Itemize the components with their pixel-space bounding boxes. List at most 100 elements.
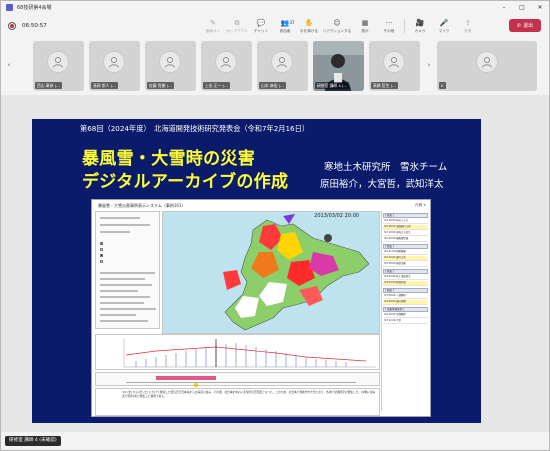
layer-checkbox bbox=[100, 254, 103, 257]
raise-hand-icon: ✋ bbox=[304, 18, 314, 27]
share-button[interactable]: ⇪ 共有 bbox=[456, 13, 480, 39]
chat-label: チャット bbox=[253, 28, 269, 33]
event-list-item[interactable]: 3/3 12:00 平常 bbox=[383, 319, 428, 324]
system-layer-panel bbox=[95, 211, 160, 329]
view-button[interactable]: ▦ 表示 bbox=[353, 13, 377, 39]
layer-row bbox=[100, 290, 138, 292]
chevron-left-icon[interactable]: ‹ bbox=[5, 59, 13, 71]
timeseries-graphic bbox=[123, 339, 376, 368]
chevron-right-icon[interactable]: › bbox=[425, 59, 433, 71]
camera-button[interactable]: 🎥 カメラ bbox=[408, 13, 432, 39]
participant-name: 西山 章彦 (... bbox=[35, 82, 62, 89]
pen-button[interactable]: ✎ 動画オン bbox=[201, 13, 225, 39]
more-label: その他 bbox=[383, 28, 395, 33]
person-avatar-icon bbox=[47, 51, 69, 73]
event-list-item[interactable]: 3/3 04:00 除雪作業 bbox=[383, 281, 428, 286]
event-description: 3/1 (金) から2日 (土) にかけて発達した低気圧が日本海から北海道に進み… bbox=[95, 388, 380, 416]
layer-row bbox=[100, 217, 140, 219]
participant-name: 研修室 講師 4 (... bbox=[315, 82, 350, 89]
pen-label: 動画オン bbox=[205, 28, 221, 33]
presenter-label: 研修室 講師 4 (未確認) bbox=[5, 436, 61, 446]
mic-icon: 🎤 bbox=[439, 18, 449, 27]
layer-checkbox bbox=[100, 260, 103, 263]
event-list-item[interactable]: 3/3 02:00 死亡事故発生 bbox=[383, 275, 428, 280]
participant-name: 上出 正一 (... bbox=[203, 82, 230, 89]
meeting-window: 68技研第4会場 – □ ✕ 06:50:57 ✎ 動画オン ⧉ ポップアウト 💬 チャッ… bbox=[0, 0, 550, 451]
maximize-icon[interactable]: □ bbox=[513, 1, 531, 13]
participant-tile[interactable]: 上出 正一 (... bbox=[201, 41, 252, 91]
camera-icon: 🎥 bbox=[415, 18, 425, 27]
system-title: 暴風雪・大雪災害事例表示システム（事例161） bbox=[98, 203, 186, 208]
minimize-icon[interactable]: – bbox=[495, 1, 513, 13]
participant-tile[interactable]: 山本 恭宏 (... bbox=[257, 41, 308, 91]
people-button[interactable]: 👥 37 参加者 bbox=[273, 13, 297, 39]
leave-button[interactable]: ✆ 退出 bbox=[509, 19, 541, 32]
popout-icon: ⧉ bbox=[234, 18, 240, 27]
participant-tile[interactable]: 西山 章彦 (... bbox=[33, 41, 84, 91]
bottom-bar: 研修室 講師 4 (未確認) bbox=[1, 432, 549, 450]
layer-row bbox=[100, 231, 130, 233]
people-icon: 👥 bbox=[280, 18, 290, 27]
participant-strip: ‹ › 西山 章彦 (... 長岡 崇人 (... 佐藤 貴樹 (... 上出 正一 … bbox=[1, 39, 549, 95]
close-icon[interactable]: ✕ bbox=[531, 1, 549, 13]
title-bar: 68技研第4会場 – □ ✕ bbox=[1, 1, 549, 13]
popout-label: ポップアウト bbox=[226, 28, 248, 33]
layer-checkbox bbox=[100, 242, 103, 245]
meeting-controls: ✎ 動画オン ⧉ ポップアウト 💬 チャット 👥 37 参加者 ✋ 手を挙げる ☺ リアクションする ▦ 表… bbox=[201, 13, 480, 39]
event-list-item[interactable]: 3/3 10:00 全線解除 bbox=[383, 313, 428, 318]
event-list-item[interactable]: 3/3 06:00 一部解除 bbox=[383, 294, 428, 299]
mic-button[interactable]: 🎤 マイク bbox=[432, 13, 456, 39]
weather-timeseries-chart bbox=[95, 334, 380, 370]
system-legend-head: 凡例 × bbox=[414, 203, 426, 207]
chat-button[interactable]: 💬 チャット bbox=[249, 13, 273, 39]
participant-tile[interactable]: 研修室 講師 4 (... bbox=[313, 41, 364, 91]
window-title: 68技研第4会場 bbox=[17, 4, 52, 11]
event-list-item[interactable]: 3/3 08:00 通行再開 bbox=[383, 300, 428, 305]
person-avatar-icon bbox=[383, 51, 405, 73]
window-controls: – □ ✕ bbox=[495, 1, 549, 13]
participant-tile[interactable]: 長岡 崇人 (... bbox=[89, 41, 140, 91]
layer-row bbox=[100, 278, 145, 280]
layer-row bbox=[100, 272, 155, 274]
raise-hand-label: 手を挙げる bbox=[300, 28, 318, 33]
leave-label: 退出 bbox=[523, 23, 534, 29]
reaction-icon: ☺ bbox=[333, 18, 341, 27]
meeting-toolbar: 06:50:57 ✎ 動画オン ⧉ ポップアウト 💬 チャット 👥 37 参加者 ✋ 手を挙げる ☺ リ… bbox=[1, 13, 549, 39]
participant-name: 山本 恭宏 (... bbox=[259, 82, 286, 89]
share-label: 共有 bbox=[464, 28, 472, 33]
event-list-item[interactable]: 3/2 21:00 視程障害 bbox=[383, 250, 428, 255]
raise-hand-button[interactable]: ✋ 手を挙げる bbox=[297, 13, 321, 39]
toolbar-separator bbox=[404, 19, 405, 33]
share-icon: ⇪ bbox=[465, 18, 471, 27]
participant-tile-overflow[interactable]: K bbox=[437, 41, 537, 91]
event-group-header: [ 仮面 ] bbox=[383, 269, 428, 274]
participant-tile[interactable]: 佐藤 貴樹 (... bbox=[145, 41, 196, 91]
recording-icon bbox=[8, 22, 16, 30]
map-datetime: 2013/03/02 20:00 bbox=[314, 213, 359, 219]
phone-hangup-icon: ✆ bbox=[516, 22, 522, 29]
more-button[interactable]: ··· その他 bbox=[377, 13, 401, 39]
layer-row bbox=[100, 284, 152, 286]
person-avatar-icon bbox=[103, 51, 125, 73]
layer-row bbox=[100, 308, 156, 310]
event-list-item[interactable]: 3/3 00:00 救助活動 bbox=[383, 262, 428, 267]
chat-icon: 💬 bbox=[256, 18, 266, 27]
slide-title-line1: 暴風雪・大雪時の災害 bbox=[82, 149, 255, 169]
slide-title-line2: デジタルアーカイブの作成 bbox=[82, 172, 289, 192]
slide-header: 第68回（2024年度） 北海道開発技術研究発表会（令和7年2月16日） bbox=[80, 124, 310, 133]
popout-button[interactable]: ⧉ ポップアウト bbox=[225, 13, 249, 39]
person-avatar-icon bbox=[476, 51, 498, 73]
participant-tile[interactable]: 高橋 哲生 (... bbox=[369, 41, 420, 91]
presentation-slide: 第68回（2024年度） 北海道開発技術研究発表会（令和7年2月16日） 暴風雪… bbox=[32, 119, 481, 423]
participant-name: K bbox=[439, 82, 446, 89]
reaction-button[interactable]: ☺ リアクションする bbox=[321, 13, 353, 39]
mic-label: マイク bbox=[438, 28, 450, 33]
more-icon: ··· bbox=[385, 18, 393, 27]
event-list-item[interactable]: 3/2 19:00 車両立ち往生 bbox=[383, 231, 428, 236]
event-list-item[interactable]: 3/2 18:00 道路通行止め bbox=[383, 225, 428, 230]
event-list-item[interactable]: 3/2 22:00 通行止め bbox=[383, 256, 428, 261]
event-list-item[interactable]: 3/2 16:00 峠のリスク bbox=[383, 219, 428, 224]
event-list-item[interactable]: 3/2 20:00 暴風雪警報 bbox=[383, 237, 428, 242]
participant-name: 高橋 哲生 (... bbox=[371, 82, 398, 89]
people-label: 参加者 bbox=[279, 28, 291, 33]
